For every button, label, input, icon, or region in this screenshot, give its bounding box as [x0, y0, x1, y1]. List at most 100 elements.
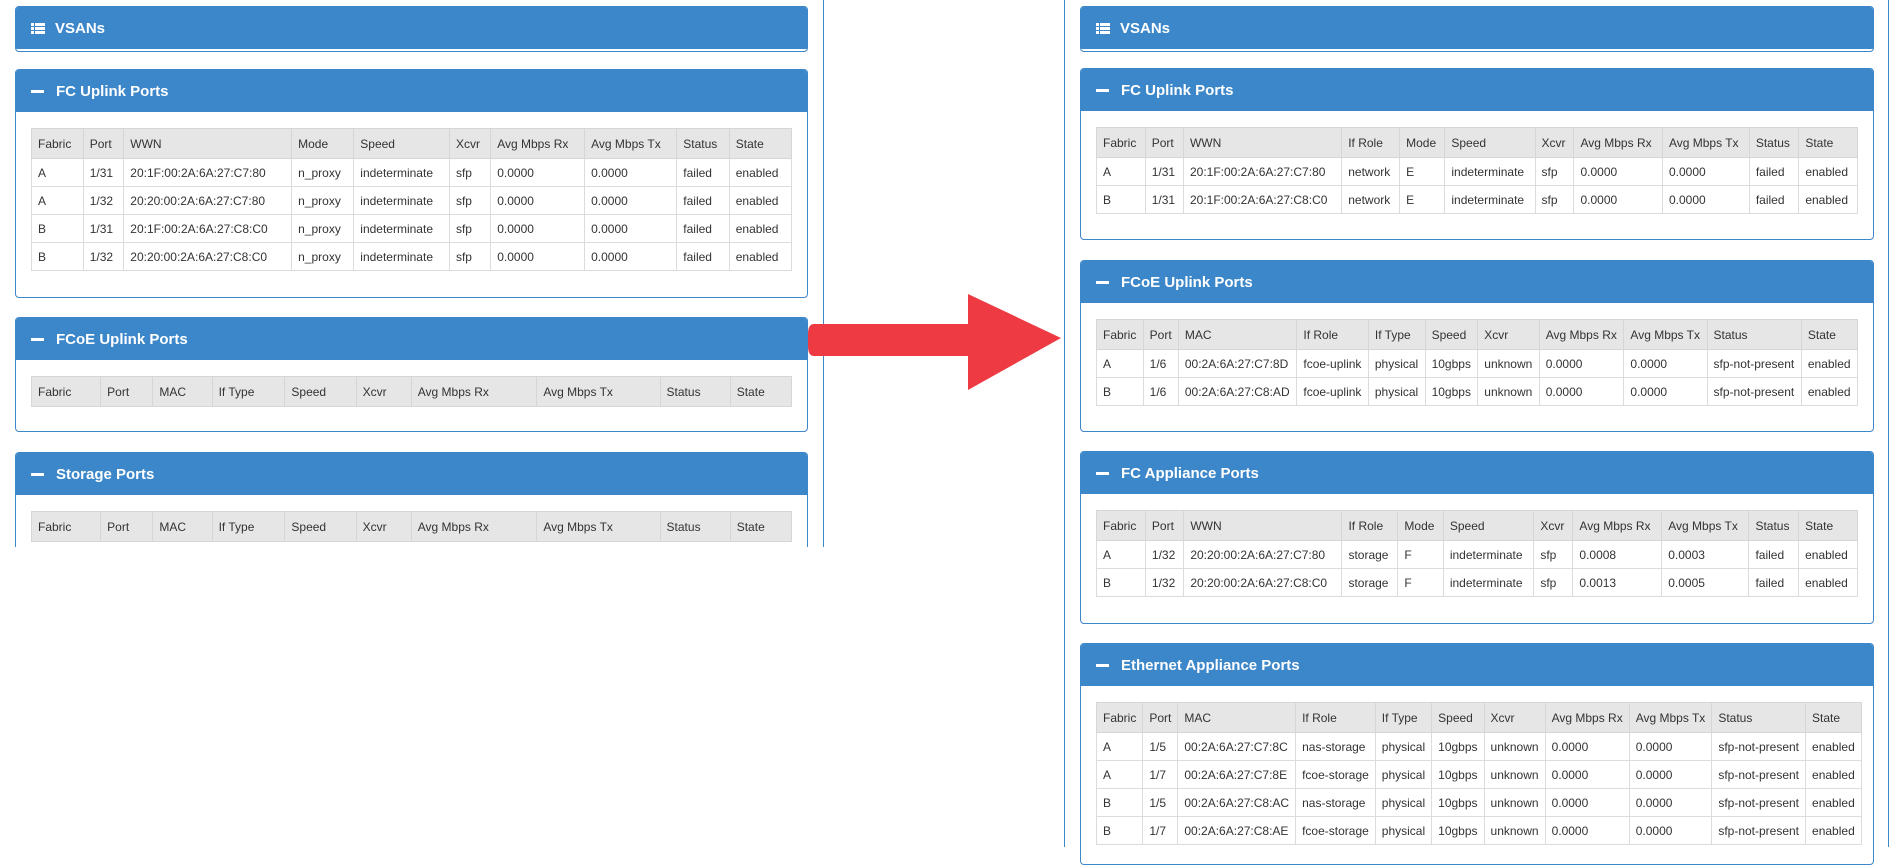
column-header[interactable]: Port	[1144, 510, 1185, 541]
column-header[interactable]: Port	[82, 128, 125, 159]
table-row[interactable]: B 1/31 20:1F:00:2A:6A:27:C8:C0 network Einde…	[1096, 185, 1858, 214]
right-fc-uplink-header[interactable]: FC Uplink Ports	[1081, 69, 1873, 111]
column-header[interactable]: State	[1805, 702, 1862, 733]
column-header[interactable]: Xcvr	[355, 511, 412, 542]
right-fc-appliance-header[interactable]: FC Appliance Ports	[1081, 452, 1873, 494]
table-row[interactable]: B 1/7 00:2A:6A:27:C8:AE fcoe-storage physica…	[1095, 816, 1862, 845]
left-vsans-header[interactable]: VSANs	[16, 7, 807, 49]
table-row[interactable]: A 1/6 00:2A:6A:27:C7:8D fcoe-uplink physical…	[1096, 349, 1859, 378]
right-fcoe-uplink-header[interactable]: FCoE Uplink Ports	[1081, 261, 1873, 303]
column-header[interactable]: If Type	[1367, 319, 1426, 350]
column-header[interactable]: State	[1800, 319, 1859, 350]
left-fcoe-uplink-header[interactable]: FCoE Uplink Ports	[16, 318, 807, 360]
column-header[interactable]: Speed	[353, 128, 450, 159]
column-header[interactable]: Xcvr	[1483, 702, 1546, 733]
column-header[interactable]: If Role	[1341, 127, 1401, 158]
column-header[interactable]: Fabric	[1095, 702, 1144, 733]
right-vsans-header[interactable]: VSANs	[1081, 7, 1873, 49]
column-header[interactable]: Avg Mbps Tx	[536, 376, 661, 407]
column-header[interactable]: MAC	[1177, 702, 1297, 733]
column-header[interactable]: Mode	[1397, 510, 1444, 541]
table-row[interactable]: B 1/31 20:1F:00:2A:6A:27:C8:C0 n_proxy indet…	[31, 214, 793, 243]
column-header[interactable]: State	[729, 511, 793, 542]
collapse-icon[interactable]	[31, 472, 44, 476]
column-header[interactable]: MAC	[152, 376, 213, 407]
column-header[interactable]: Fabric	[30, 511, 102, 542]
column-header[interactable]: WWN	[1182, 127, 1343, 158]
column-header[interactable]: If Type	[1374, 702, 1433, 733]
collapse-icon[interactable]	[31, 337, 44, 341]
column-header[interactable]: If Role	[1296, 319, 1369, 350]
column-header[interactable]: Fabric	[1096, 319, 1144, 350]
column-header[interactable]: Avg Mbps Tx	[1661, 127, 1750, 158]
column-header[interactable]: Avg Mbps Tx	[1623, 319, 1708, 350]
collapse-icon[interactable]	[1096, 663, 1109, 667]
column-header[interactable]: Fabric	[1096, 510, 1146, 541]
column-header[interactable]: Status	[1748, 510, 1800, 541]
column-header[interactable]: Avg Mbps Rx	[1544, 702, 1630, 733]
column-header[interactable]: Port	[100, 376, 154, 407]
column-header[interactable]: If Role	[1295, 702, 1376, 733]
column-header[interactable]: Avg Mbps Rx	[410, 511, 538, 542]
column-header[interactable]: Status	[1711, 702, 1807, 733]
table-row[interactable]: A 1/5 00:2A:6A:27:C7:8C nas-storage physical…	[1095, 732, 1862, 761]
column-header[interactable]: Speed	[1442, 510, 1535, 541]
table-row[interactable]: A 1/31 20:1F:00:2A:6A:27:C7:80 network Einde…	[1096, 157, 1858, 186]
column-header[interactable]: Xcvr	[355, 376, 412, 407]
column-header[interactable]: State	[729, 376, 793, 407]
column-header[interactable]: Speed	[1424, 319, 1479, 350]
table-row[interactable]: A 1/31 20:1F:00:2A:6A:27:C7:80 n_proxy indet…	[31, 158, 793, 187]
column-header[interactable]: Fabric	[31, 128, 84, 159]
collapse-icon[interactable]	[1096, 471, 1109, 475]
column-header[interactable]: Fabric	[30, 376, 102, 407]
column-header[interactable]: If Type	[211, 376, 286, 407]
column-header[interactable]: Xcvr	[448, 128, 492, 159]
column-header[interactable]: Xcvr	[1534, 127, 1575, 158]
column-header[interactable]: WWN	[1183, 510, 1343, 541]
column-header[interactable]: Speed	[1431, 702, 1485, 733]
column-header[interactable]: Speed	[284, 376, 357, 407]
column-header[interactable]: State	[728, 128, 793, 159]
column-header[interactable]: MAC	[1177, 319, 1298, 350]
right-eth-appliance-header[interactable]: Ethernet Appliance Ports	[1081, 644, 1873, 686]
column-header[interactable]: Status	[1706, 319, 1802, 350]
collapse-icon[interactable]	[1096, 88, 1109, 92]
column-header[interactable]: Avg Mbps Rx	[1572, 510, 1663, 541]
column-header[interactable]: Xcvr	[1533, 510, 1574, 541]
column-header[interactable]: Port	[1142, 319, 1179, 350]
column-header[interactable]: Avg Mbps Tx	[1628, 702, 1713, 733]
column-header[interactable]: Avg Mbps Tx	[1661, 510, 1750, 541]
left-storage-header[interactable]: Storage Ports	[16, 453, 807, 495]
table-row[interactable]: A 1/7 00:2A:6A:27:C7:8E fcoe-storage physica…	[1095, 760, 1862, 789]
left-fc-uplink-header[interactable]: FC Uplink Ports	[16, 70, 807, 112]
column-header[interactable]: If Role	[1341, 510, 1399, 541]
column-header[interactable]: Status	[676, 128, 730, 159]
column-header[interactable]: Xcvr	[1477, 319, 1540, 350]
column-header[interactable]: Speed	[1444, 127, 1536, 158]
column-header[interactable]: Avg Mbps Rx	[1573, 127, 1663, 158]
column-header[interactable]: State	[1798, 127, 1858, 158]
column-header[interactable]: Avg Mbps Rx	[490, 128, 586, 159]
column-header[interactable]: Port	[1142, 702, 1179, 733]
column-header[interactable]: Mode	[291, 128, 355, 159]
column-header[interactable]: WWN	[123, 128, 293, 159]
collapse-icon[interactable]	[1096, 280, 1109, 284]
column-header[interactable]: Avg Mbps Rx	[1538, 319, 1625, 350]
column-header[interactable]: Port	[1144, 127, 1184, 158]
column-header[interactable]: Status	[1748, 127, 1800, 158]
table-row[interactable]: A 1/32 20:20:00:2A:6A:27:C7:80 storage Finde…	[1096, 540, 1858, 569]
table-row[interactable]: B 1/6 00:2A:6A:27:C8:AD fcoe-uplink physical…	[1096, 377, 1859, 406]
column-header[interactable]: Fabric	[1096, 127, 1146, 158]
collapse-icon[interactable]	[31, 89, 44, 93]
table-row[interactable]: B 1/32 20:20:00:2A:6A:27:C8:C0 n_proxy indet…	[31, 242, 793, 271]
table-row[interactable]: B 1/5 00:2A:6A:27:C8:AC nas-storage physical…	[1095, 788, 1862, 817]
column-header[interactable]: Speed	[284, 511, 357, 542]
table-row[interactable]: B 1/32 20:20:00:2A:6A:27:C8:C0 storage Finde…	[1096, 568, 1858, 597]
column-header[interactable]: Mode	[1399, 127, 1446, 158]
column-header[interactable]: Avg Mbps Tx	[584, 128, 678, 159]
column-header[interactable]: Status	[659, 511, 731, 542]
column-header[interactable]: Avg Mbps Rx	[410, 376, 538, 407]
column-header[interactable]: State	[1798, 510, 1858, 541]
column-header[interactable]: Avg Mbps Tx	[536, 511, 661, 542]
column-header[interactable]: MAC	[152, 511, 213, 542]
